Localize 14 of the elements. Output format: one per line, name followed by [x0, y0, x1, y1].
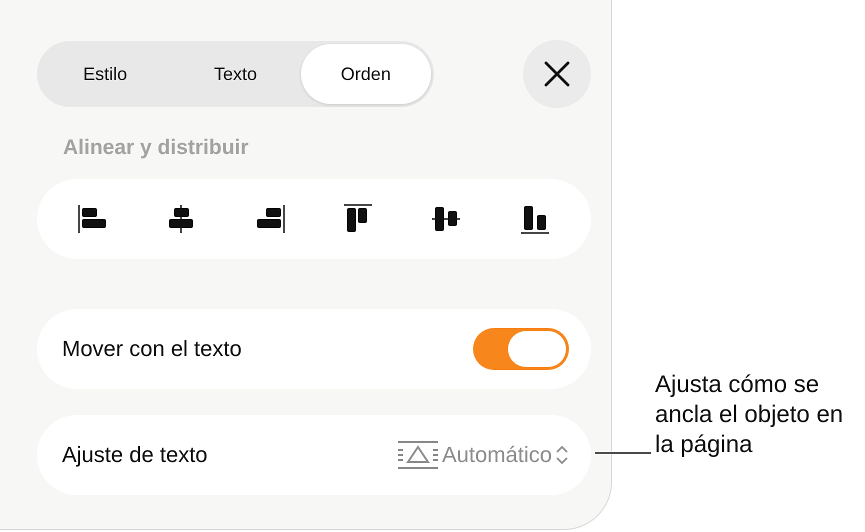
- row-label: Ajuste de texto: [62, 442, 208, 468]
- tab[interactable]: Texto: [170, 44, 301, 104]
- row-label: Mover con el texto: [62, 336, 242, 362]
- toggle-switch[interactable]: [473, 328, 569, 370]
- tab[interactable]: Estilo: [40, 44, 170, 104]
- align-top-icon: [342, 203, 374, 235]
- text-wrap-icon: [396, 440, 439, 470]
- tab[interactable]: Orden: [300, 44, 431, 104]
- align-bottom-icon: [518, 203, 551, 235]
- section-title: Alinear y distribuir: [63, 136, 250, 161]
- chevron-up-down-icon: [555, 445, 569, 465]
- callout-text: Ajusta cómo se ancla el objeto en la página: [655, 370, 844, 460]
- leader-line: [595, 452, 651, 454]
- close-icon: [544, 61, 570, 87]
